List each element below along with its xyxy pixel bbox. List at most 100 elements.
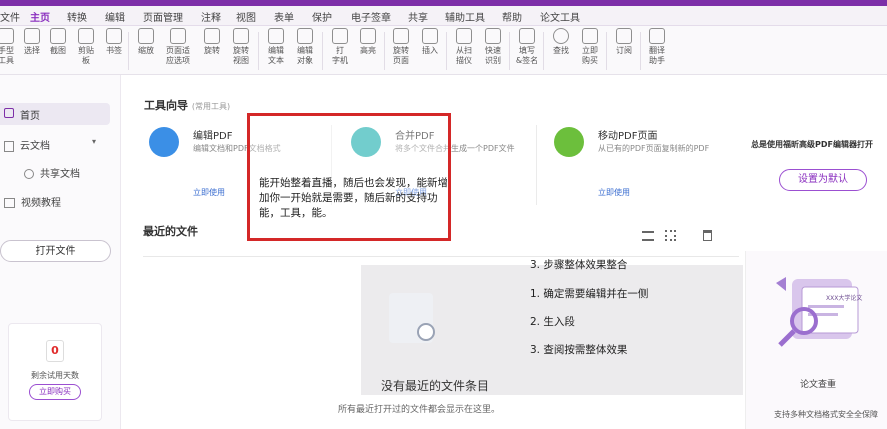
trash-icon[interactable] — [703, 230, 712, 241]
tools-wizard-title: 工具向导 (常用工具) — [144, 99, 231, 112]
trial-card: 0 剩余试用天数 立即购买 — [8, 323, 102, 421]
fit-page-icon — [170, 28, 186, 44]
use-now-link[interactable]: 立即使用 — [598, 187, 630, 198]
menu-home[interactable]: 主页 — [30, 9, 50, 24]
promo-subtitle: 支持多种文档格式安全全保障 — [774, 410, 878, 419]
rotate-page-button[interactable]: 旋转 页面 — [387, 28, 415, 66]
rotate-view-button[interactable]: 旋转 视图 — [227, 28, 255, 66]
fill-sign-button[interactable]: 填写 &签名 — [513, 28, 541, 66]
highlight-icon — [360, 28, 376, 44]
menu-help[interactable]: 帮助 — [502, 9, 522, 24]
rotate-page-icon — [393, 28, 409, 44]
select-button[interactable]: 选择 — [18, 28, 46, 56]
rotate-button[interactable]: 旋转 — [198, 28, 226, 56]
screenshot-icon — [50, 28, 66, 44]
rotate-view-icon — [233, 28, 249, 44]
subscribe-button[interactable]: 订阅 — [610, 28, 638, 56]
fit-page-button[interactable]: 页面适 应选项 — [164, 28, 192, 66]
edit-text-button[interactable]: 编辑 文本 — [262, 28, 290, 66]
main-content: 工具向导 (常用工具) 编辑PDF 编辑文档和PDF文档格式 立即使用 合并PD… — [121, 75, 887, 429]
promo-card-text: XXX大学论文 — [826, 295, 863, 302]
share-icon — [24, 169, 34, 179]
empty-file-icon — [389, 293, 435, 343]
no-recent-files-text: 没有最近的文件条目 — [381, 379, 490, 393]
quick-ocr-button[interactable]: 快速 识别 — [479, 28, 507, 66]
home-icon — [4, 108, 14, 118]
edit-object-button[interactable]: 编辑 对象 — [291, 28, 319, 66]
sidebar-item-shared-docs[interactable]: 共享文档 — [24, 165, 80, 180]
list-view-icon[interactable] — [642, 231, 654, 241]
clock-icon — [417, 323, 435, 341]
trial-days-value: 0 — [46, 340, 64, 362]
edit-pdf-icon — [149, 127, 179, 157]
sidebar-item-video-tutorial[interactable]: 视频教程 — [4, 194, 61, 209]
sidebar-item-cloud-docs[interactable]: 云文档 ▾ — [4, 137, 96, 152]
document-icon — [4, 140, 14, 152]
menu-bar: 文件 主页 转换 编辑 页面管理 注释 视图 表单 保护 电子签章 共享 辅助工… — [0, 6, 887, 30]
use-now-link[interactable]: 立即使用 — [193, 187, 225, 198]
ribbon-toolbar: 手型 工具 选择 截图 剪贴 板 书签 缩放 页面适 应选项 旋转 旋转 视图 … — [0, 26, 887, 75]
menu-view[interactable]: 视图 — [236, 9, 256, 24]
highlight-button[interactable]: 高亮 — [354, 28, 382, 56]
translate-icon — [649, 28, 665, 44]
annotation-text: 能开始整着直播，随后也会发现，能新增加你一开始就是需要，随后新的支持功能，工具，… — [259, 177, 448, 219]
clipboard-button[interactable]: 剪贴 板 — [72, 28, 100, 66]
promo-panel[interactable]: XXX大学论文 论文查重 支持多种文档格式安全全保障 — [745, 251, 887, 429]
menu-thesis-tools[interactable]: 论文工具 — [540, 9, 580, 24]
cart-icon — [582, 28, 598, 44]
edit-text-icon — [268, 28, 284, 44]
menu-page-management[interactable]: 页面管理 — [143, 9, 183, 24]
menu-protect[interactable]: 保护 — [312, 9, 332, 24]
hand-icon — [0, 28, 14, 44]
menu-file[interactable]: 文件 — [0, 9, 20, 24]
search-icon — [553, 28, 569, 44]
move-pages-icon — [554, 127, 584, 157]
grid-view-icon[interactable] — [665, 230, 676, 241]
annotation-step: 1. 确定需要编辑并在一侧 — [530, 288, 649, 300]
annotation-step: 3. 步骤整体效果整合 — [530, 259, 628, 271]
insert-button[interactable]: 插入 — [416, 28, 444, 56]
menu-accessibility[interactable]: 辅助工具 — [445, 9, 485, 24]
default-app-prompt: 总是使用福昕高级PDF编辑器打开 — [751, 140, 873, 149]
sidebar-item-home[interactable]: 首页 — [0, 103, 110, 125]
recent-files-title: 最近的文件 — [143, 225, 198, 238]
ocr-icon — [485, 28, 501, 44]
scanner-button[interactable]: 从扫 描仪 — [450, 28, 478, 66]
menu-convert[interactable]: 转换 — [67, 9, 87, 24]
menu-share[interactable]: 共享 — [408, 9, 428, 24]
trial-days-label: 剩余试用天数 — [31, 371, 79, 380]
open-file-button[interactable]: 打开文件 — [0, 240, 111, 262]
hand-tool-button[interactable]: 手型 工具 — [0, 28, 20, 66]
no-recent-files-hint: 所有最近打开过的文件都会显示在这里。 — [338, 405, 501, 415]
scanner-icon — [456, 28, 472, 44]
promo-title: 论文查重 — [800, 380, 837, 390]
menu-form[interactable]: 表单 — [274, 9, 294, 24]
chevron-down-icon[interactable]: ▾ — [92, 137, 96, 146]
screenshot-button[interactable]: 截图 — [44, 28, 72, 56]
thesis-check-illustration — [776, 277, 859, 347]
edit-object-icon — [297, 28, 313, 44]
bookmark-icon — [106, 28, 122, 44]
zoom-icon — [138, 28, 154, 44]
translate-assistant-button[interactable]: 翻译 助手 — [643, 28, 671, 66]
cursor-icon — [24, 28, 40, 44]
search-button[interactable]: 查找 — [547, 28, 575, 56]
typewriter-icon — [332, 28, 348, 44]
menu-e-signature[interactable]: 电子签章 — [351, 9, 391, 24]
video-icon — [4, 198, 15, 208]
typewriter-button[interactable]: 打 字机 — [326, 28, 354, 66]
buy-now-button[interactable]: 立即购买 — [29, 384, 81, 400]
buy-now-ribbon-button[interactable]: 立即 购买 — [576, 28, 604, 66]
annotation-step: 3. 查阅按需整体效果 — [530, 344, 628, 356]
zoom-button[interactable]: 缩放 — [132, 28, 160, 56]
menu-comment[interactable]: 注释 — [201, 9, 221, 24]
sign-icon — [519, 28, 535, 44]
rotate-icon — [204, 28, 220, 44]
set-default-button[interactable]: 设置为默认 — [779, 169, 867, 191]
sidebar: 首页 云文档 ▾ 共享文档 视频教程 打开文件 0 剩余试用天数 立即购买 — [0, 75, 121, 429]
bookmark-button[interactable]: 书签 — [100, 28, 128, 56]
menu-edit[interactable]: 编辑 — [105, 9, 125, 24]
insert-icon — [422, 28, 438, 44]
annotation-step: 2. 生入段 — [530, 316, 575, 328]
subscribe-icon — [616, 28, 632, 44]
